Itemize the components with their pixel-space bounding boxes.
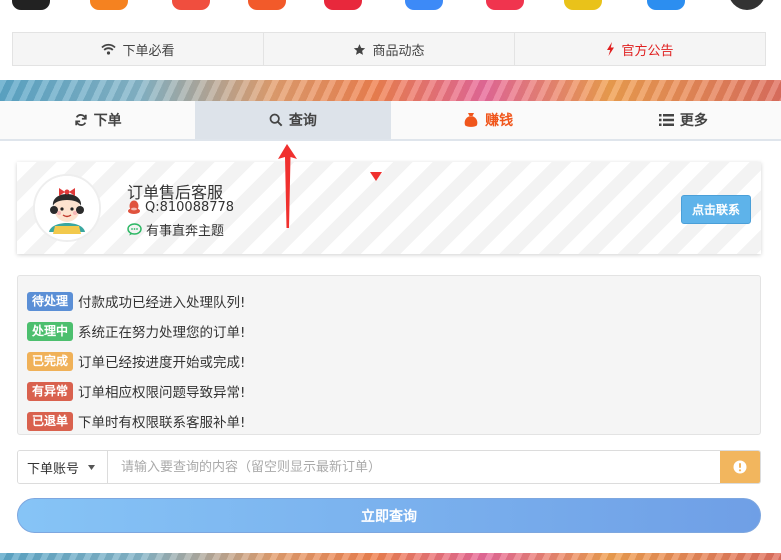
annotation-triangle-icon	[370, 172, 382, 181]
service-qq: Q:810088778	[145, 200, 235, 215]
app-icon[interactable]	[324, 0, 362, 10]
tab-more-label: 更多	[679, 113, 708, 129]
money-bag-icon	[464, 113, 478, 127]
tab-order[interactable]: 下单	[0, 101, 195, 139]
status-badge: 已退单	[27, 411, 74, 431]
chat-icon	[127, 223, 142, 236]
status-row-completed: 已完成 订单已经按进度开始或完成!	[27, 346, 760, 376]
decorative-banner	[0, 80, 781, 101]
info-button[interactable]	[720, 451, 760, 483]
annotation-arrow-icon	[278, 144, 297, 228]
status-description: 订单相应权限问题导致异常!	[78, 385, 246, 401]
app-icon[interactable]	[564, 0, 602, 10]
status-badge: 处理中	[27, 321, 74, 341]
tab-must-read[interactable]: 下单必看	[13, 33, 264, 65]
star-icon	[354, 43, 366, 55]
caret-down-icon	[88, 464, 96, 470]
app-icon[interactable]	[486, 0, 524, 10]
query-input-group: 下单账号	[17, 450, 761, 484]
bolt-icon	[607, 42, 615, 56]
app-icon-strip	[0, 0, 781, 12]
status-row-processing: 处理中 系统正在努力处理您的订单!	[27, 316, 760, 346]
status-row-pending: 待处理 付款成功已经进入处理队列!	[27, 286, 760, 316]
tab-must-read-label: 下单必看	[122, 43, 175, 59]
app-icon[interactable]	[248, 0, 286, 10]
main-nav: 下单 查询 赚钱 更多	[0, 101, 781, 141]
qq-icon	[128, 200, 140, 214]
status-row-error: 有异常 订单相应权限问题导致异常!	[27, 376, 760, 406]
submit-query-button[interactable]: 立即查询	[17, 498, 761, 533]
tab-earn-label: 赚钱	[485, 113, 514, 129]
info-icon	[733, 460, 747, 474]
account-type-select[interactable]: 下单账号	[18, 451, 108, 483]
contact-button[interactable]: 点击联系	[681, 195, 751, 224]
tab-announcement[interactable]: 官方公告	[515, 33, 765, 65]
decorative-banner-bottom	[0, 553, 781, 560]
notice-tabs: 下单必看 商品动态 官方公告	[12, 32, 766, 66]
tab-order-label: 下单	[93, 113, 122, 129]
status-description: 下单时有权限联系客服补单!	[78, 415, 246, 431]
tab-product-news-label: 商品动态	[372, 43, 425, 59]
service-qq-line: Q:810088778	[127, 200, 234, 215]
avatar	[33, 174, 101, 242]
query-input[interactable]	[108, 451, 720, 483]
tab-earn[interactable]: 赚钱	[391, 101, 586, 139]
status-description: 订单已经按进度开始或完成!	[78, 355, 246, 371]
search-icon	[269, 113, 283, 127]
status-badge: 有异常	[27, 381, 74, 401]
app-icon[interactable]	[12, 0, 50, 10]
app-icon[interactable]	[728, 0, 766, 10]
tab-more[interactable]: 更多	[586, 101, 781, 139]
customer-service-card: 订单售后客服 Q:810088778 有事直奔主题 点击联系	[17, 162, 761, 254]
tab-announcement-label: 官方公告	[621, 43, 674, 59]
tab-query-label: 查询	[288, 113, 317, 129]
wifi-icon	[101, 43, 117, 55]
status-legend: 待处理 付款成功已经进入处理队列! 处理中 系统正在努力处理您的订单! 已完成 …	[17, 275, 761, 435]
status-description: 付款成功已经进入处理队列!	[78, 295, 246, 311]
status-row-refunded: 已退单 下单时有权限联系客服补单!	[27, 406, 760, 436]
tab-query[interactable]: 查询	[195, 101, 391, 139]
app-icon[interactable]	[90, 0, 128, 10]
status-badge: 已完成	[27, 351, 74, 371]
tab-product-news[interactable]: 商品动态	[264, 33, 515, 65]
account-type-value: 下单账号	[27, 461, 80, 477]
app-icon[interactable]	[405, 0, 443, 10]
refresh-icon	[74, 114, 87, 126]
app-icon[interactable]	[647, 0, 685, 10]
service-slogan: 有事直奔主题	[146, 224, 225, 239]
list-icon	[658, 114, 674, 126]
status-description: 系统正在努力处理您的订单!	[78, 325, 246, 341]
service-slogan-line: 有事直奔主题	[127, 220, 224, 239]
cartoon-avatar-icon	[35, 176, 99, 240]
status-badge: 待处理	[27, 291, 74, 311]
app-icon[interactable]	[172, 0, 210, 10]
